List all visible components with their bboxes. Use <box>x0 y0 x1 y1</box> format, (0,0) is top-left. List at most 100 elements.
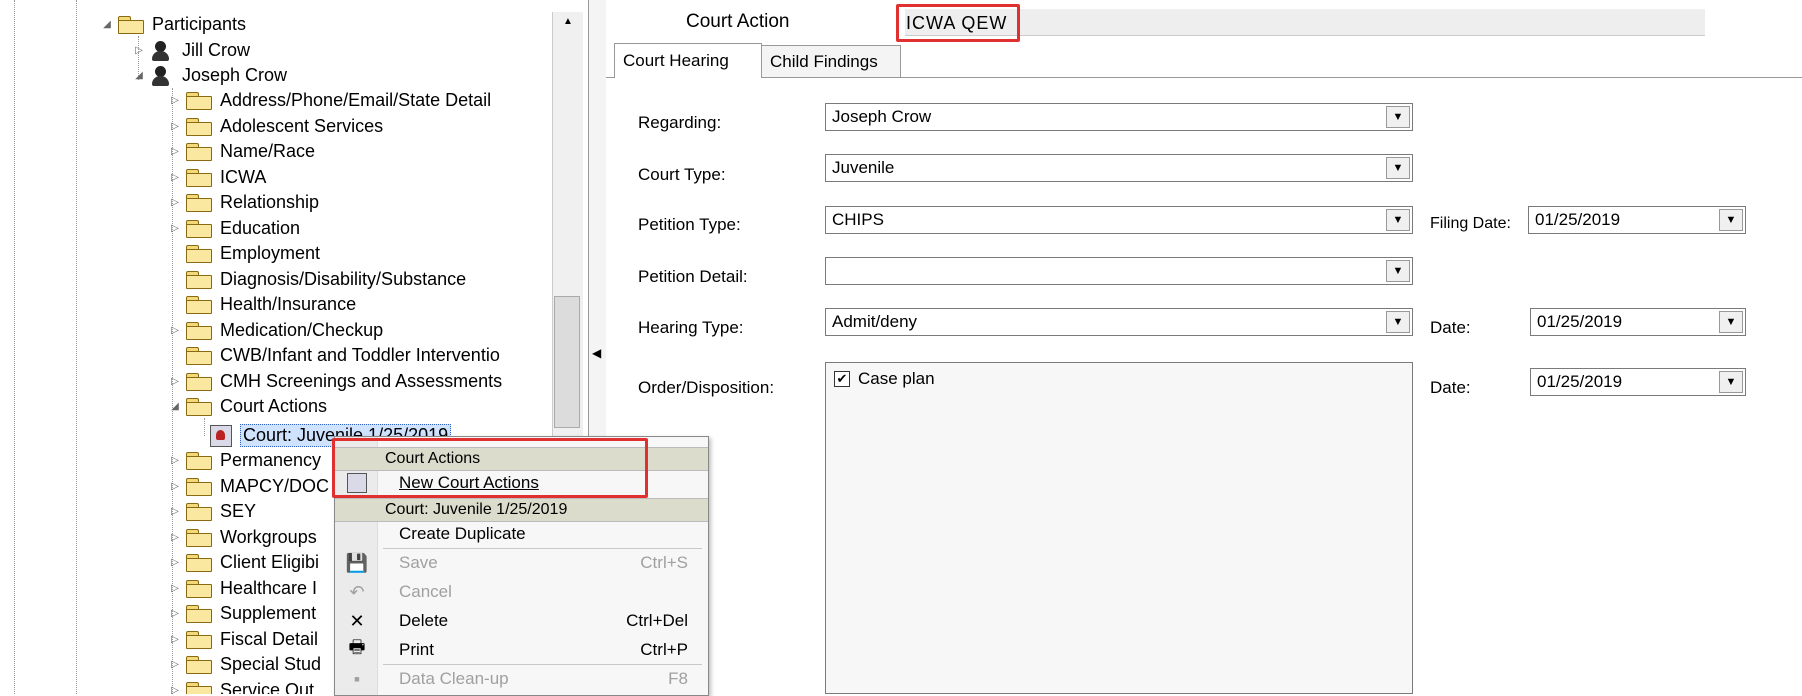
expand-arrow-icon[interactable]: ▷ <box>168 172 182 183</box>
page-title: Court Action <box>686 11 790 32</box>
petition-detail-select[interactable]: ▼ <box>825 257 1413 285</box>
dropdown-arrow-icon[interactable]: ▼ <box>1719 311 1743 333</box>
expand-arrow-icon[interactable]: ▷ <box>168 197 182 208</box>
dropdown-arrow-icon[interactable]: ▼ <box>1386 260 1410 282</box>
printer-icon: 🖶 <box>348 637 366 657</box>
expand-arrow-icon[interactable]: ▷ <box>168 659 182 670</box>
expand-arrow-icon[interactable]: ▷ <box>168 583 182 594</box>
tree-node-folder[interactable]: ▷ Relationship <box>168 190 319 215</box>
expand-arrow-icon[interactable]: ▷ <box>168 557 182 568</box>
expand-arrow-icon[interactable]: ▷ <box>132 45 146 56</box>
regarding-select[interactable]: Joseph Crow ▼ <box>825 103 1413 131</box>
tree-node-folder[interactable]: ▷ Service Out <box>168 678 315 695</box>
tree-node-folder[interactable]: ▷ Name/Race <box>168 139 315 164</box>
folder-icon <box>118 16 144 34</box>
tree-node-folder[interactable]: ▷ Fiscal Detail <box>168 627 318 652</box>
expand-arrow-icon[interactable]: ▷ <box>168 634 182 645</box>
expand-arrow-icon[interactable]: ▷ <box>168 146 182 157</box>
tree-node-folder[interactable]: ▷ ICWA <box>168 165 266 190</box>
expand-arrow-icon[interactable]: ▷ <box>168 376 182 387</box>
save-icon: 💾 <box>345 552 369 573</box>
dropdown-arrow-icon[interactable]: ▼ <box>1386 106 1410 128</box>
expand-arrow-icon[interactable]: ▷ <box>168 685 182 695</box>
tree-node-folder[interactable]: ▷ Medication/Checkup <box>168 318 383 343</box>
tree-node-folder[interactable]: Diagnosis/Disability/Substance <box>168 267 466 292</box>
expand-arrow-icon[interactable]: ◢ <box>168 401 182 412</box>
tree-node-label: ICWA <box>220 166 267 187</box>
court-type-select[interactable]: Juvenile ▼ <box>825 154 1413 182</box>
expand-arrow-icon[interactable]: ▷ <box>168 325 182 336</box>
menu-item-print[interactable]: 🖶 Print Ctrl+P <box>335 637 708 663</box>
expand-arrow-icon[interactable]: ▷ <box>168 532 182 543</box>
tree-node-label: Permanency <box>220 450 322 470</box>
tree-node-label: Health/Insurance <box>220 294 357 314</box>
expand-arrow-icon[interactable]: ▷ <box>168 121 182 132</box>
tree-node-folder[interactable]: ▷ Permanency <box>168 448 321 473</box>
tree-node-person[interactable]: ▷ Jill Crow <box>132 38 250 63</box>
tree-node-folder[interactable]: Health/Insurance <box>168 292 356 317</box>
hearing-type-select[interactable]: Admit/deny ▼ <box>825 308 1413 336</box>
dropdown-arrow-icon[interactable]: ▼ <box>1719 209 1743 231</box>
header-strip <box>905 9 1705 36</box>
petition-type-select[interactable]: CHIPS ▼ <box>825 206 1413 234</box>
dropdown-arrow-icon[interactable]: ▼ <box>1386 157 1410 179</box>
folder-icon <box>186 92 212 110</box>
tree-node-folder[interactable]: CWB/Infant and Toddler Interventio <box>168 343 500 368</box>
tree-node-folder[interactable]: ▷ Special Stud <box>168 652 321 677</box>
tree-node-folder[interactable]: ▷ Adolescent Services <box>168 114 383 139</box>
option-case-plan[interactable]: ✔ Case plan <box>834 369 935 389</box>
tree-node-label: Service Out <box>220 679 315 695</box>
tab-child-findings[interactable]: Child Findings <box>761 45 901 77</box>
expand-arrow-icon[interactable]: ▷ <box>168 455 182 466</box>
order-date-picker[interactable]: 01/25/2019 ▼ <box>1530 368 1746 396</box>
tree-node-label: Diagnosis/Disability/Substance <box>220 268 467 289</box>
tree-node-folder[interactable]: ▷ MAPCY/DOC <box>168 474 329 499</box>
tree-node-folder[interactable]: ▷ Client Eligibi <box>168 550 319 575</box>
expand-arrow-icon[interactable]: ▷ <box>168 223 182 234</box>
hearing-date-picker[interactable]: 01/25/2019 ▼ <box>1530 308 1746 336</box>
tree-node-folder[interactable]: ▷ Supplement <box>168 601 316 626</box>
expand-arrow-icon[interactable]: ▷ <box>168 481 182 492</box>
tree-node-folder[interactable]: ◢ Court Actions <box>168 394 327 419</box>
menu-item-label: Create Duplicate <box>399 524 526 543</box>
folder-icon <box>186 372 212 391</box>
folder-icon <box>186 398 212 416</box>
tree-node-folder[interactable]: ▷ Address/Phone/Email/State Detail <box>168 88 491 113</box>
tree-node-folder[interactable]: Employment <box>168 241 320 266</box>
tree-node-folder[interactable]: ▷ CMH Screenings and Assessments <box>168 369 502 394</box>
checkbox-checked-icon[interactable]: ✔ <box>834 371 850 387</box>
dropdown-arrow-icon[interactable]: ▼ <box>1719 371 1743 393</box>
regarding-value: Joseph Crow <box>832 107 932 126</box>
menu-section-court-juvenile: Court: Juvenile 1/25/2019 <box>335 498 708 522</box>
tree-node-folder[interactable]: ▷ SEY <box>168 499 256 524</box>
tree-node-participants[interactable]: ◢ Participants <box>100 12 246 37</box>
scroll-up-arrow-icon[interactable]: ▲ <box>553 16 583 27</box>
tree-node-folder[interactable]: ▷ Healthcare I <box>168 576 317 601</box>
order-date-label: Date: <box>1430 378 1471 397</box>
tree-node-person[interactable]: ◢ Joseph Crow <box>132 63 287 88</box>
menu-item-label: Delete <box>399 611 449 630</box>
menu-item-create-duplicate[interactable]: Create Duplicate <box>335 521 708 547</box>
folder-icon <box>186 528 212 547</box>
order-disposition-list[interactable]: ✔ Case plan <box>825 362 1413 694</box>
menu-separator <box>383 548 702 549</box>
dropdown-arrow-icon[interactable]: ▼ <box>1386 209 1410 231</box>
tab-court-hearing[interactable]: Court Hearing <box>614 43 762 78</box>
tree-node-label: Joseph Crow <box>182 65 288 85</box>
collapse-arrow-icon[interactable]: ◢ <box>100 19 114 30</box>
menu-item-delete[interactable]: ✕ Delete Ctrl+Del <box>335 608 708 634</box>
highlight-box-menu <box>332 438 648 498</box>
filing-date-picker[interactable]: 01/25/2019 ▼ <box>1528 206 1746 234</box>
tree-node-folder[interactable]: ▷ Education <box>168 216 300 241</box>
scrollbar-thumb[interactable] <box>554 296 580 428</box>
collapse-left-icon[interactable]: ◀ <box>592 346 601 360</box>
menu-item-shortcut: F8 <box>668 669 688 688</box>
folder-icon <box>186 296 212 314</box>
tree-node-folder[interactable]: ▷ Workgroups <box>168 525 317 550</box>
expand-arrow-icon[interactable]: ▷ <box>168 506 182 517</box>
expand-arrow-icon[interactable]: ▷ <box>168 608 182 619</box>
dropdown-arrow-icon[interactable]: ▼ <box>1386 311 1410 333</box>
collapse-arrow-icon[interactable]: ◢ <box>132 70 146 81</box>
expand-arrow-icon[interactable]: ▷ <box>168 95 182 106</box>
folder-icon <box>186 477 212 496</box>
